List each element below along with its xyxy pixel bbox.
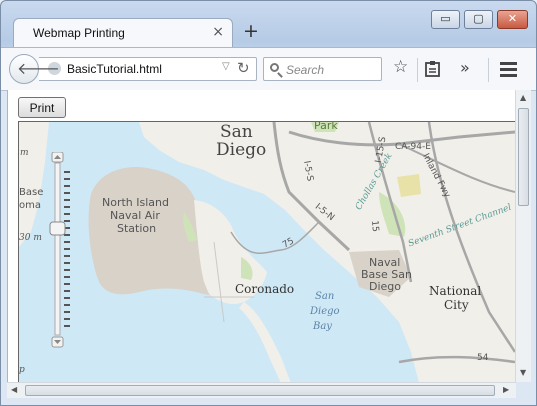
vertical-scrollbar[interactable]: ▲ ▼ [515, 90, 531, 382]
navigation-toolbar: BasicTutorial.html ▽ ↻ 🡐 Search ☆ » [1, 47, 536, 91]
maximize-button[interactable]: ▢ [464, 10, 493, 29]
map-label-bay-2: Diego [310, 306, 340, 317]
minimize-button[interactable]: ▭ [431, 10, 460, 29]
search-placeholder: Search [286, 63, 325, 77]
tab-webmap-printing[interactable]: Webmap Printing × [13, 18, 233, 48]
back-button[interactable]: 🡐 [9, 54, 60, 84]
map-label-diego: Diego [216, 140, 267, 160]
map-label-north-island-2: Naval Air [110, 209, 160, 222]
map-label-30m: 30 m [19, 233, 42, 243]
address-bar[interactable]: BasicTutorial.html ▽ ↻ [39, 57, 257, 81]
vertical-scroll-thumb[interactable] [518, 108, 529, 206]
map-label-p: p [19, 365, 25, 375]
web-map[interactable]: San Diego Park North Island Naval Air St… [18, 121, 516, 383]
scroll-up-icon[interactable]: ▲ [520, 93, 526, 102]
search-input[interactable]: Search [263, 57, 382, 81]
zoom-slider[interactable] [49, 152, 71, 348]
toolbar-divider [417, 58, 418, 82]
map-label-coronado: Coronado [235, 282, 295, 296]
close-window-button[interactable]: ✕ [497, 10, 528, 29]
horizontal-scroll-thumb[interactable] [25, 385, 495, 396]
url-text[interactable]: BasicTutorial.html [67, 62, 162, 76]
map-label-bay-1: San [315, 291, 335, 302]
history-dropdown-icon[interactable]: ▽ [222, 61, 230, 72]
map-label-r54: 54 [477, 353, 489, 363]
back-arrow-icon: 🡐 [17, 59, 60, 78]
scroll-right-icon[interactable]: ▶ [503, 385, 509, 394]
scroll-left-icon[interactable]: ◀ [11, 385, 17, 394]
map-label-park: Park [314, 121, 338, 132]
map-label-m: m [20, 148, 29, 158]
map-label-national-city-1: National [429, 284, 482, 298]
tab-title: Webmap Printing [33, 26, 125, 40]
reload-icon[interactable]: ↻ [237, 59, 250, 77]
print-button[interactable]: Print [18, 97, 66, 118]
minimize-icon: ▭ [440, 12, 451, 25]
basemap [19, 122, 515, 383]
new-tab-icon[interactable]: + [243, 20, 259, 42]
maximize-icon: ▢ [473, 12, 484, 25]
map-label-san: San [220, 122, 253, 142]
map-label-i15: 15 [369, 220, 380, 233]
hamburger-menu-icon[interactable] [500, 62, 518, 77]
bookmarks-menu-icon[interactable] [425, 60, 441, 78]
map-label-north-island-3: Station [117, 222, 157, 235]
scroll-down-icon[interactable]: ▼ [520, 368, 526, 377]
map-label-base: Base [19, 187, 44, 198]
map-label-naval-base-3: Diego [369, 280, 402, 293]
overflow-chevron-icon[interactable]: » [460, 58, 470, 77]
map-label-bay-3: Bay [313, 321, 332, 332]
search-icon [270, 63, 279, 72]
page-content: Print San Diego Park North Island Naval … [7, 90, 531, 383]
map-label-oma: oma [19, 200, 41, 211]
horizontal-scrollbar[interactable]: ◀ ▶ [7, 382, 516, 398]
map-label-north-island-1: North Island [102, 196, 169, 209]
close-icon: ✕ [507, 12, 518, 25]
toolbar-divider [488, 58, 489, 82]
browser-window: Webmap Printing × + ▭ ▢ ✕ BasicTutorial.… [0, 0, 537, 406]
map-label-ca94e: CA-94-E [395, 142, 431, 152]
tab-close-icon[interactable]: × [212, 24, 224, 40]
bookmark-star-icon[interactable]: ☆ [393, 57, 408, 77]
map-label-national-city-2: City [444, 298, 469, 312]
